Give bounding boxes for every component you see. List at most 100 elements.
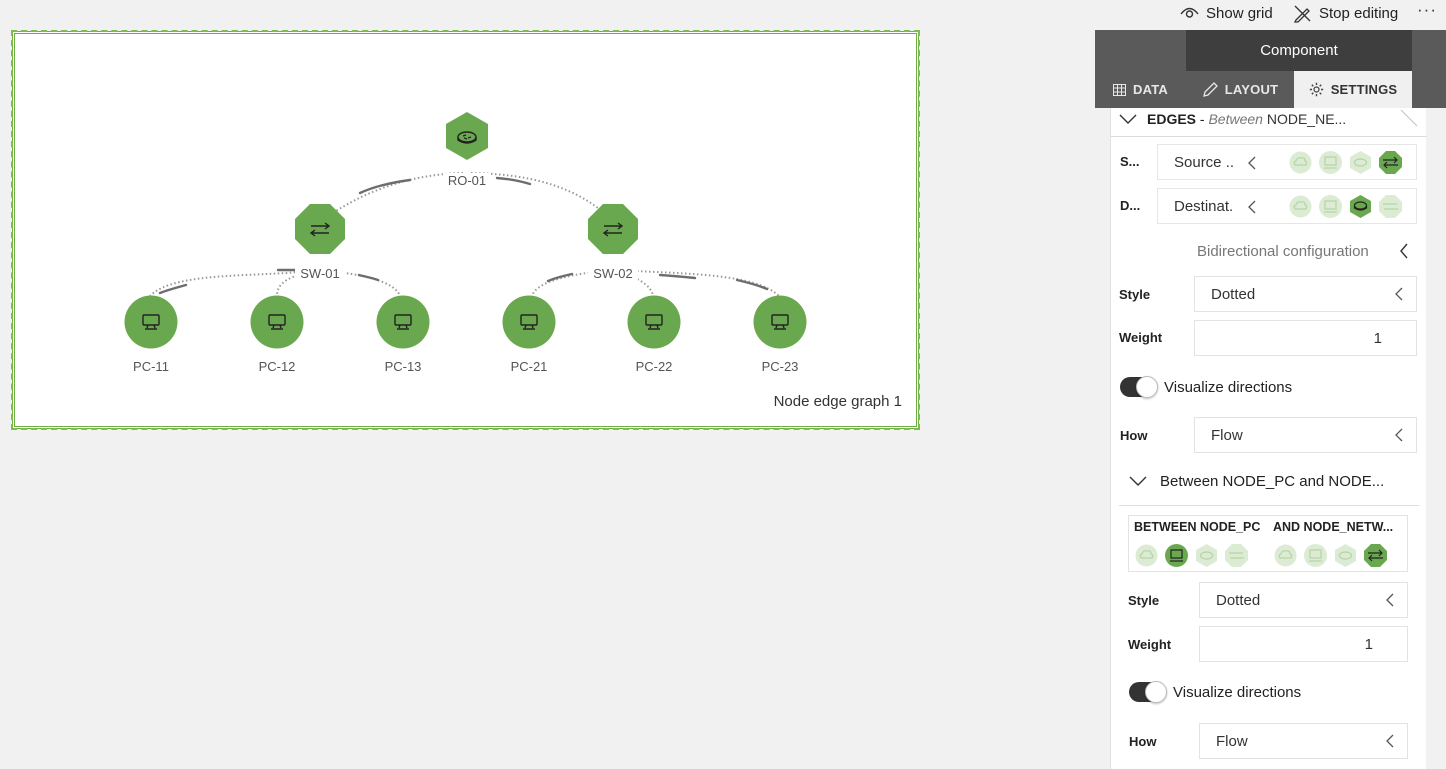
style-label: Style [1119, 287, 1151, 302]
pc-node-icon[interactable] [1318, 150, 1343, 175]
edge-flow-sw02-pc23b [735, 278, 769, 291]
pc-node-icon[interactable] [1318, 194, 1343, 219]
node-edge-graph: RO-01 SW-01 SW-02 PC-11 PC-12 PC-13 PC-2… [124, 112, 807, 374]
weight-input[interactable]: 1 [1194, 320, 1417, 356]
between-right-label: AND NODE_NETW... [1273, 520, 1394, 534]
node-pc[interactable] [250, 295, 304, 349]
between-subsection-header[interactable]: Between NODE_PC and NODE... [1129, 470, 1419, 492]
chevron-left-icon [1386, 734, 1394, 748]
edge-flow-sw02-pc21 [546, 272, 574, 283]
switch-node-icon[interactable] [1224, 543, 1249, 568]
cloud-node-icon[interactable] [1288, 194, 1313, 219]
destination-label: D... [1120, 198, 1141, 213]
style-label: Style [1128, 593, 1160, 608]
between-node-box: BETWEEN NODE_PC AND NODE_NETW... [1128, 515, 1408, 572]
how-label: How [1129, 734, 1157, 749]
more-options-button[interactable]: ··· [1417, 0, 1437, 24]
stop-editing-label: Stop editing [1319, 4, 1399, 22]
node-switch[interactable] [588, 204, 638, 254]
tab-data[interactable]: DATA [1095, 71, 1186, 108]
stop-editing-button[interactable]: Stop editing [1293, 0, 1398, 26]
how-select[interactable]: Flow [1194, 417, 1417, 453]
switch-node-icon[interactable] [1378, 150, 1403, 175]
switch-node-icon[interactable] [1363, 543, 1388, 568]
cloud-node-icon[interactable] [1288, 150, 1313, 175]
style-value: Dotted [1216, 591, 1261, 609]
edges-heading-between: Between [1208, 111, 1263, 127]
edge-flow-sw01-pc13 [357, 273, 380, 282]
router-node-icon[interactable] [1348, 150, 1373, 175]
divider [1111, 136, 1427, 137]
show-grid-button[interactable]: Show grid [1180, 0, 1273, 26]
source-label: S... [1120, 154, 1140, 169]
chevron-left-icon [1248, 156, 1256, 170]
edges-section-header[interactable]: EDGES - Between NODE_NE... [1119, 108, 1419, 130]
node-label: SW-01 [300, 266, 340, 281]
how-label: How [1120, 428, 1148, 443]
weight-input[interactable]: 1 [1199, 626, 1408, 662]
router-node-icon[interactable] [1194, 543, 1219, 568]
node-pc[interactable] [376, 295, 430, 349]
panel-title: Component [1186, 30, 1412, 71]
edges-sw01-pcs [149, 269, 401, 297]
resize-handle-icon[interactable] [1399, 108, 1419, 128]
destination-select[interactable]: Destinat. [1157, 188, 1417, 224]
visualize-directions-toggle[interactable] [1129, 681, 1167, 703]
router-node-icon[interactable] [1348, 194, 1373, 219]
edge-flow-ro01-sw02 [495, 176, 532, 186]
stop-editing-icon [1293, 5, 1311, 23]
cloud-node-icon[interactable] [1273, 543, 1298, 568]
style-value: Dotted [1211, 285, 1256, 303]
node-label: PC-13 [385, 359, 422, 374]
node-router[interactable] [446, 112, 488, 160]
chevron-left-icon [1248, 200, 1256, 214]
edge-ro01-sw02 [470, 172, 613, 221]
source-select[interactable]: Source .. [1157, 144, 1417, 180]
bidirectional-label: Bidirectional configuration [1197, 242, 1369, 260]
visualize-directions-toggle[interactable] [1120, 376, 1158, 398]
tab-settings[interactable]: SETTINGS [1294, 71, 1412, 108]
top-toolbar: Show grid Stop editing ··· [0, 0, 1446, 28]
node-pc[interactable] [502, 295, 556, 349]
panel-header: Component DATA LAYOUT SETTINGS [1095, 30, 1446, 108]
chevron-down-icon [1129, 476, 1147, 486]
how-select[interactable]: Flow [1199, 723, 1408, 759]
node-edge-graph-component[interactable]: RO-01 SW-01 SW-02 PC-11 PC-12 PC-13 PC-2… [11, 30, 920, 430]
chevron-down-icon [1119, 114, 1137, 124]
node-label: SW-02 [593, 266, 633, 281]
node-pc[interactable] [627, 295, 681, 349]
how-value: Flow [1211, 426, 1243, 444]
edge-flow-ro01-sw01 [358, 178, 412, 195]
show-grid-label: Show grid [1206, 4, 1273, 22]
node-switch[interactable] [295, 204, 345, 254]
settings-panel: EDGES - Between NODE_NE... S... Source .… [1110, 30, 1427, 769]
chevron-left-icon [1386, 593, 1394, 607]
pc-node-icon[interactable] [1303, 543, 1328, 568]
divider [1119, 505, 1419, 506]
node-pc[interactable] [753, 295, 807, 349]
source-node-type-icons [1288, 150, 1403, 175]
style-select[interactable]: Dotted [1194, 276, 1417, 312]
pencil-icon [1202, 81, 1218, 97]
style-select[interactable]: Dotted [1199, 582, 1408, 618]
weight-label: Weight [1128, 637, 1172, 652]
weight-value: 1 [1364, 636, 1373, 653]
edge-flow-sw02-pc23 [658, 273, 697, 280]
tab-layout[interactable]: LAYOUT [1186, 71, 1294, 108]
bidirectional-configuration[interactable]: Bidirectional configuration [1197, 240, 1411, 262]
weight-value: 1 [1373, 330, 1382, 347]
edge-ro01-sw01 [322, 172, 464, 221]
source-value: Source .. [1174, 153, 1235, 171]
edges-heading-tail: NODE_NE... [1262, 111, 1347, 127]
node-label: PC-12 [259, 359, 296, 374]
node-pc[interactable] [124, 295, 178, 349]
node-label: PC-22 [636, 359, 673, 374]
weight-label: Weight [1119, 330, 1163, 345]
tab-settings-label: SETTINGS [1330, 82, 1398, 97]
cloud-node-icon[interactable] [1134, 543, 1159, 568]
switch-node-icon[interactable] [1378, 194, 1403, 219]
table-icon [1113, 83, 1126, 96]
chevron-left-icon [1395, 428, 1403, 442]
router-node-icon[interactable] [1333, 543, 1358, 568]
pc-node-icon[interactable] [1164, 543, 1189, 568]
